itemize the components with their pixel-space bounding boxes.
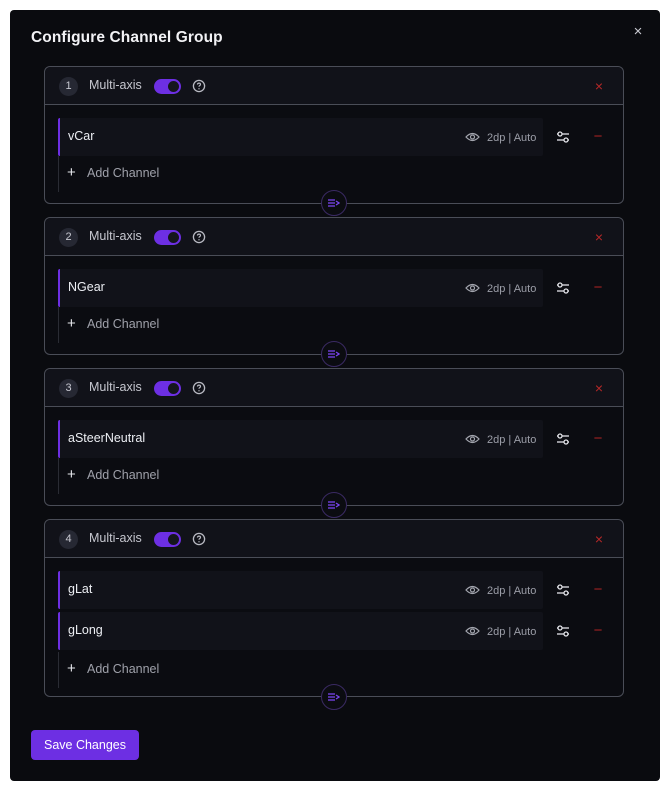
channel-name: gLong — [68, 623, 103, 637]
multi-axis-label: Multi-axis — [89, 229, 142, 243]
help-circle-icon[interactable] — [192, 381, 206, 395]
remove-channel-icon[interactable]: − — [591, 431, 605, 446]
channel-row[interactable]: gLong 2dp | Auto — [58, 612, 543, 650]
add-channel-label: Add Channel — [87, 317, 160, 331]
remove-group-icon[interactable]: × — [590, 77, 608, 95]
group-number-badge: 3 — [59, 379, 78, 398]
channel-format: 2dp | Auto — [487, 626, 537, 638]
eye-icon[interactable] — [465, 131, 480, 143]
reorder-icon[interactable] — [321, 492, 347, 518]
eye-icon[interactable] — [465, 433, 480, 445]
channel-format: 2dp | Auto — [487, 585, 537, 597]
remove-channel-icon[interactable]: − — [591, 582, 605, 597]
channel-format: 2dp | Auto — [487, 283, 537, 295]
multi-axis-label: Multi-axis — [89, 531, 142, 545]
channel-name: NGear — [68, 280, 105, 294]
add-channel-button[interactable]: + Add Channel — [58, 652, 258, 688]
toggle-knob — [168, 232, 179, 243]
multi-axis-toggle[interactable] — [154, 532, 181, 547]
reorder-icon[interactable] — [321, 341, 347, 367]
toggle-knob — [168, 534, 179, 545]
group-header: 3 Multi-axis × — [45, 369, 623, 407]
help-circle-icon[interactable] — [192, 532, 206, 546]
save-changes-button[interactable]: Save Changes — [31, 730, 139, 760]
remove-channel-icon[interactable]: − — [591, 280, 605, 295]
eye-icon[interactable] — [465, 584, 480, 596]
multi-axis-toggle[interactable] — [154, 230, 181, 245]
multi-axis-toggle[interactable] — [154, 381, 181, 396]
group-number-badge: 4 — [59, 530, 78, 549]
help-circle-icon[interactable] — [192, 79, 206, 93]
channel-group-4: 4 Multi-axis × gLat 2dp | Auto − gLong 2… — [44, 519, 624, 710]
remove-group-icon[interactable]: × — [590, 379, 608, 397]
close-icon[interactable]: × — [630, 24, 646, 40]
channel-group-1: 1 Multi-axis × vCar 2dp | Auto − + Add C… — [44, 66, 624, 216]
sliders-icon[interactable] — [556, 281, 570, 295]
plus-icon: + — [67, 660, 76, 677]
remove-channel-icon[interactable]: − — [591, 129, 605, 144]
group-header: 2 Multi-axis × — [45, 218, 623, 256]
channel-row[interactable]: gLat 2dp | Auto — [58, 571, 543, 609]
add-channel-label: Add Channel — [87, 166, 160, 180]
channel-row[interactable]: NGear 2dp | Auto — [58, 269, 543, 307]
channel-name: vCar — [68, 129, 95, 143]
remove-group-icon[interactable]: × — [590, 530, 608, 548]
sliders-icon[interactable] — [556, 432, 570, 446]
dialog-title: Configure Channel Group — [31, 29, 223, 46]
channel-format: 2dp | Auto — [487, 434, 537, 446]
sliders-icon[interactable] — [556, 624, 570, 638]
remove-group-icon[interactable]: × — [590, 228, 608, 246]
plus-icon: + — [67, 164, 76, 181]
group-number-badge: 1 — [59, 77, 78, 96]
sliders-icon[interactable] — [556, 130, 570, 144]
multi-axis-toggle[interactable] — [154, 79, 181, 94]
eye-icon[interactable] — [465, 625, 480, 637]
channel-format: 2dp | Auto — [487, 132, 537, 144]
eye-icon[interactable] — [465, 282, 480, 294]
plus-icon: + — [67, 315, 76, 332]
add-channel-label: Add Channel — [87, 662, 160, 676]
channel-row[interactable]: aSteerNeutral 2dp | Auto — [58, 420, 543, 458]
channel-name: aSteerNeutral — [68, 431, 146, 445]
multi-axis-label: Multi-axis — [89, 78, 142, 92]
toggle-knob — [168, 383, 179, 394]
channel-group-3: 3 Multi-axis × aSteerNeutral 2dp | Auto … — [44, 368, 624, 518]
channel-row[interactable]: vCar 2dp | Auto — [58, 118, 543, 156]
add-channel-label: Add Channel — [87, 468, 160, 482]
group-header: 1 Multi-axis × — [45, 67, 623, 105]
multi-axis-label: Multi-axis — [89, 380, 142, 394]
channel-name: gLat — [68, 582, 93, 596]
add-channel-button[interactable]: + Add Channel — [58, 307, 258, 343]
sliders-icon[interactable] — [556, 583, 570, 597]
toggle-knob — [168, 81, 179, 92]
reorder-icon[interactable] — [321, 190, 347, 216]
group-header: 4 Multi-axis × — [45, 520, 623, 558]
group-number-badge: 2 — [59, 228, 78, 247]
reorder-icon[interactable] — [321, 684, 347, 710]
plus-icon: + — [67, 466, 76, 483]
remove-channel-icon[interactable]: − — [591, 623, 605, 638]
configure-channel-group-dialog: Configure Channel Group × 1 Multi-axis ×… — [10, 10, 660, 781]
help-circle-icon[interactable] — [192, 230, 206, 244]
channel-group-2: 2 Multi-axis × NGear 2dp | Auto − + Add … — [44, 217, 624, 367]
add-channel-button[interactable]: + Add Channel — [58, 458, 258, 494]
add-channel-button[interactable]: + Add Channel — [58, 156, 258, 192]
